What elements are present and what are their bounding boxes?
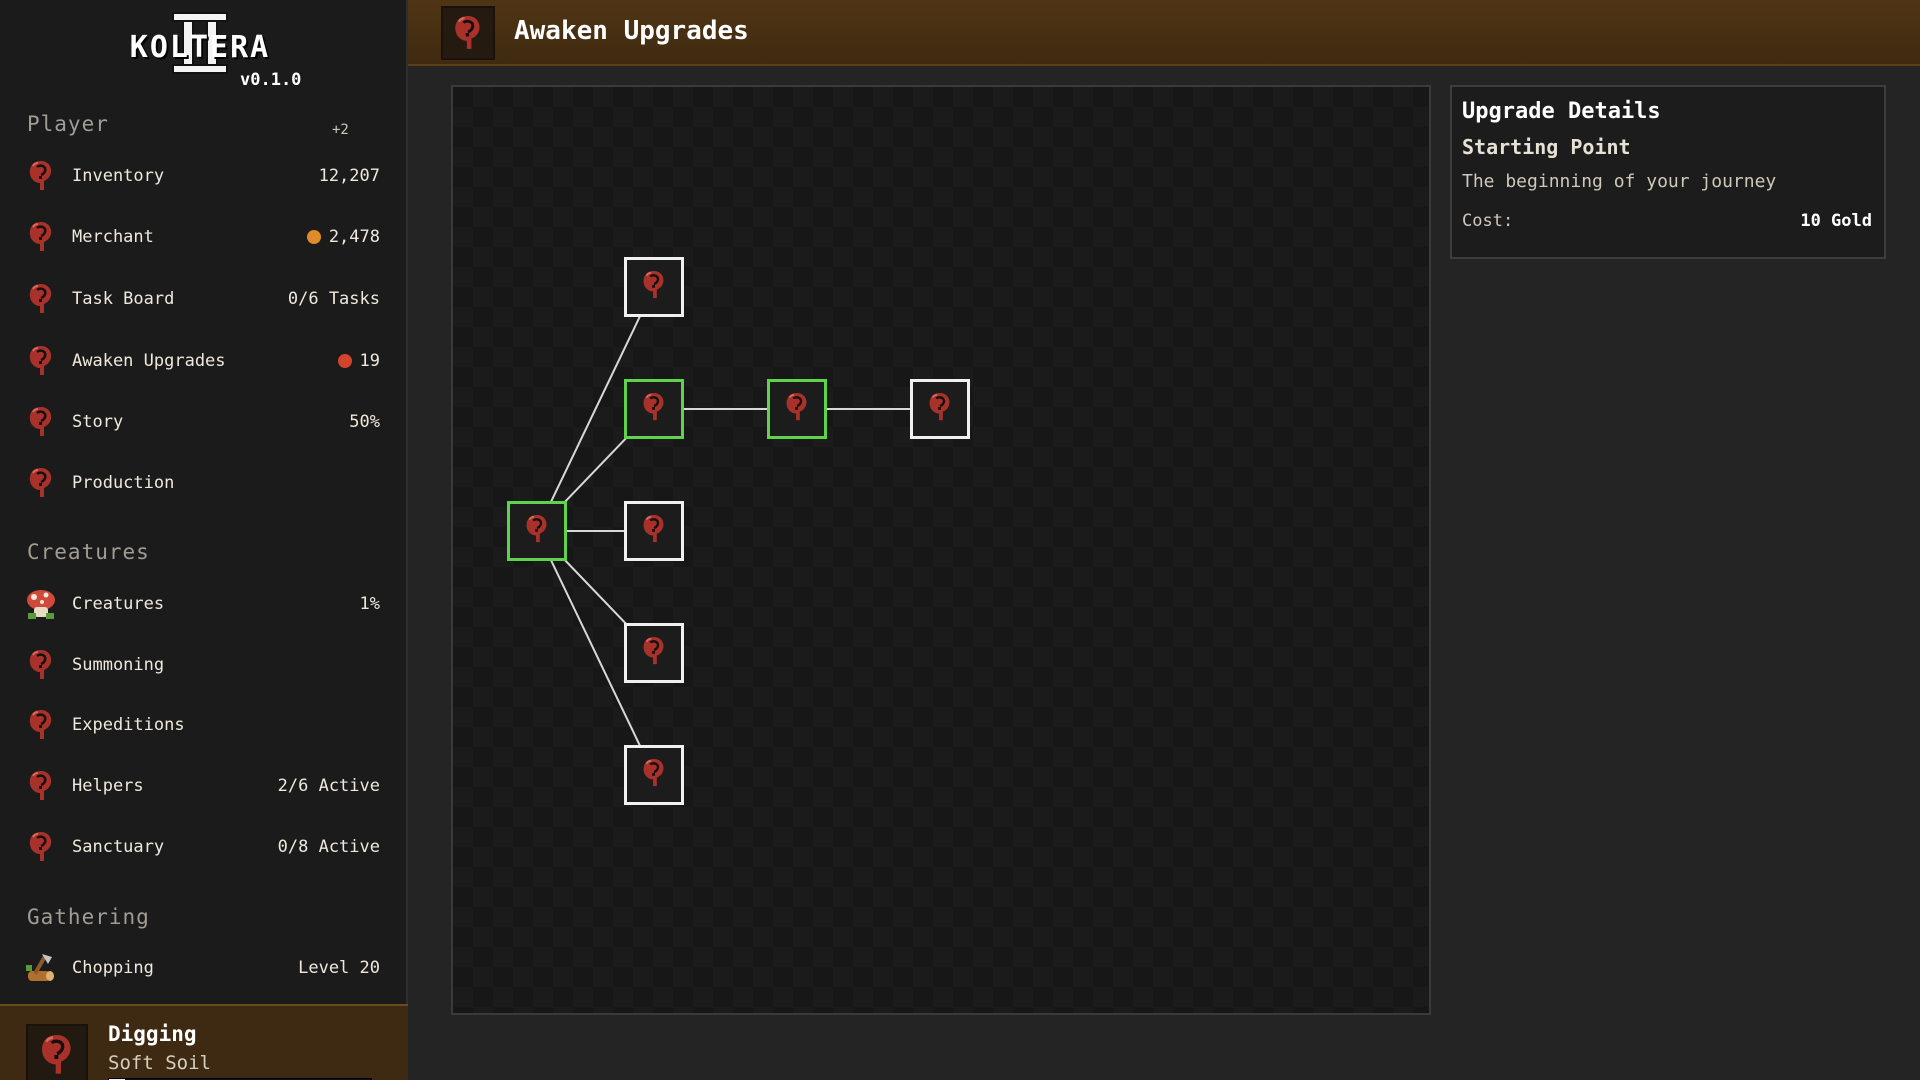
sidebar-item-label: Creatures [72,594,165,614]
sidebar-item-production[interactable]: Production [22,459,380,507]
awaken-orb-icon [337,354,352,368]
upgrade-node-branch-middle[interactable] [624,501,684,561]
sidebar-item-creatures[interactable]: Creatures 1% [22,580,380,628]
seed-icon [640,391,668,427]
sidebar-item-label: Sanctuary [72,837,165,857]
upgrade-description: The beginning of your journey [1462,171,1777,192]
seed-icon [640,269,668,305]
seed-icon [22,706,60,744]
seed-icon [22,646,60,684]
details-heading: Upgrade Details [1462,99,1661,124]
seed-icon [523,513,551,549]
sidebar-item-label: Awaken Upgrades [72,351,226,371]
seed-icon [22,157,60,195]
seed-icon [640,757,668,793]
section-title-gathering: Gathering [27,905,150,929]
sidebar-item-value: 12,207 [318,166,380,186]
seed-icon [22,464,60,502]
tree-connections [536,286,940,776]
sidebar-item-label: Chopping [72,958,154,978]
upgrade-node-branch-bottom[interactable] [624,745,684,805]
activity-subtitle: Soft Soil [108,1052,211,1074]
sidebar-item-label: Inventory [72,166,165,186]
mushroom-creature-icon [22,585,60,623]
sidebar-item-sanctuary[interactable]: Sanctuary 0/8 Active [22,823,380,871]
gold-coin-icon [306,230,321,244]
activity-title: Digging [108,1022,197,1046]
sidebar-item-label: Summoning [72,655,165,675]
sidebar-item-inventory[interactable]: Inventory 12,207 [22,152,380,200]
page-header: Awaken Upgrades [408,0,1920,66]
sidebar-item-value: 0/6 Tasks [287,289,380,309]
upgrade-node-branch-lower[interactable] [624,623,684,683]
sidebar-item-value: 2,478 [306,227,380,247]
sidebar-item-label: Expeditions [72,715,185,735]
upgrade-name: Starting Point [1462,135,1631,159]
app-root: KOLTERA v0.1.0 Player +2 Inventory 12,20… [0,0,1920,1080]
axe-log-icon [22,949,60,987]
section-title-player: Player [27,112,109,136]
sidebar-item-value: 50% [349,412,380,432]
sidebar-item-value: 2/6 Active [277,776,380,796]
sidebar-item-label: Story [72,412,124,432]
sidebar-item-value: 1% [359,594,380,614]
seed-icon [22,767,60,805]
seed-icon [26,1024,88,1080]
upgrade-tree-panel [451,85,1431,1015]
seed-icon [926,391,954,427]
upgrade-details-panel: Upgrade Details Starting Point The begin… [1450,85,1886,259]
cost-label: Cost: [1462,211,1514,231]
upgrade-node-branch-upper-3[interactable] [910,379,970,439]
sidebar-item-value: 19 [337,351,380,371]
section-badge-player: +2 [332,122,349,138]
sidebar-item-merchant[interactable]: Merchant 2,478 [22,213,380,261]
game-logo: KOLTERA v0.1.0 [0,8,408,90]
sidebar: KOLTERA v0.1.0 Player +2 Inventory 12,20… [0,0,408,1080]
sidebar-item-task-board[interactable]: Task Board 0/6 Tasks [22,275,380,323]
seed-icon [22,828,60,866]
sidebar-item-value: Level 20 [298,958,380,978]
upgrade-node-branch-upper[interactable] [624,379,684,439]
upgrade-node-branch-top[interactable] [624,257,684,317]
sidebar-item-story[interactable]: Story 50% [22,398,380,446]
sidebar-item-label: Production [72,473,175,493]
sidebar-item-label: Task Board [72,289,175,309]
logo-text: KOLTERA [129,30,271,65]
seed-icon [441,6,495,60]
seed-icon [640,635,668,671]
sidebar-item-label: Merchant [72,227,154,247]
seed-icon [640,513,668,549]
seed-icon [22,280,60,318]
section-title-creatures: Creatures [27,540,150,564]
sidebar-item-awaken-upgrades[interactable]: Awaken Upgrades 19 [22,337,380,385]
seed-icon [22,218,60,256]
upgrade-node-root[interactable] [507,501,567,561]
cost-value: 10 Gold [1800,211,1872,231]
upgrade-node-branch-upper-2[interactable] [767,379,827,439]
seed-icon [22,403,60,441]
seed-icon [22,342,60,380]
version-label: v0.1.0 [240,70,302,90]
sidebar-item-value: 0/8 Active [277,837,380,857]
sidebar-item-helpers[interactable]: Helpers 2/6 Active [22,762,380,810]
sidebar-item-expeditions[interactable]: Expeditions [22,701,380,749]
sidebar-item-chopping[interactable]: Chopping Level 20 [22,944,380,992]
active-activity-panel[interactable]: Digging Soft Soil [0,1004,408,1080]
seed-icon [783,391,811,427]
sidebar-item-label: Helpers [72,776,144,796]
sidebar-item-summoning[interactable]: Summoning [22,641,380,689]
page-title: Awaken Upgrades [514,16,749,46]
